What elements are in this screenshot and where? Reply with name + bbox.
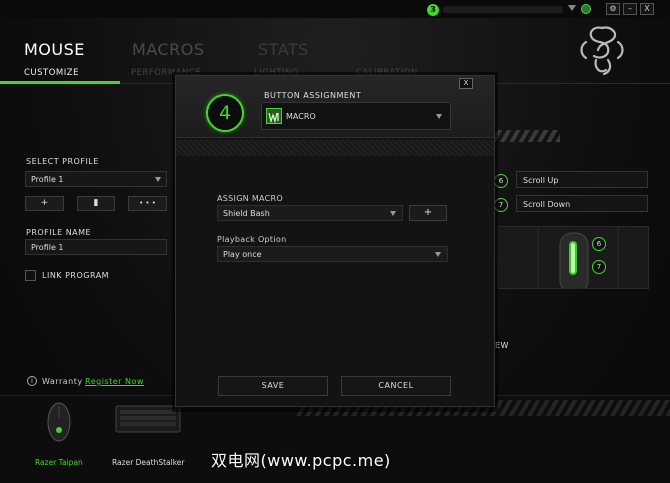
notification-badge[interactable]: 3 [427, 4, 439, 16]
profile-name-field[interactable]: Profile 1 [25, 239, 167, 255]
preview-key-6[interactable]: 6 [592, 237, 606, 251]
chevron-down-icon [435, 252, 441, 257]
playback-option-label: Playback Option [217, 235, 287, 244]
chevron-down-icon [155, 177, 161, 182]
synapse-window: 3 ⚙ – X MOUSE MACROS STATS CUSTOMIZE PER… [0, 0, 670, 483]
chevron-down-icon [390, 211, 396, 216]
mouse-preview: 6 7 [497, 226, 649, 289]
tab-mouse[interactable]: MOUSE [24, 40, 85, 59]
register-now-link[interactable]: Register Now [85, 377, 144, 386]
macro-select-value: Shield Bash [223, 209, 270, 218]
profile-name-label: PROFILE NAME [26, 228, 92, 237]
cancel-button[interactable]: CANCEL [341, 376, 451, 396]
chevron-down-icon [436, 114, 442, 119]
tab-macros[interactable]: MACROS [132, 40, 205, 59]
close-window-button[interactable]: X [640, 3, 654, 15]
assign-macro-label: ASSIGN MACRO [217, 194, 283, 203]
add-profile-button[interactable]: + [25, 196, 64, 211]
select-profile-label: SELECT PROFILE [26, 157, 99, 166]
delete-profile-button[interactable]: ▮ [77, 196, 115, 211]
close-dialog-button[interactable]: X [459, 78, 473, 89]
profile-select[interactable]: Profile 1 [25, 171, 167, 187]
mouse-image [537, 227, 619, 288]
key-6-assignment[interactable]: Scroll Up [516, 171, 648, 188]
profile-name-value: Profile 1 [31, 243, 64, 252]
device-name-taipan: Razer Taipan [35, 458, 83, 467]
watermark-text: 双电网(www.pcpc.me) [211, 451, 391, 470]
assignment-type-value: MACRO [286, 112, 316, 121]
macro-select[interactable]: Shield Bash [217, 205, 403, 221]
mouse-device-icon [47, 402, 71, 442]
online-status-icon[interactable] [581, 4, 591, 14]
device-taipan[interactable]: Razer Taipan [30, 398, 90, 468]
device-name-deathstalker: Razer DeathStalker [112, 458, 185, 467]
playback-select-value: Play once [223, 250, 262, 259]
assignment-type-select[interactable]: MACRO [261, 102, 451, 130]
dialog-divider [176, 140, 494, 156]
macro-icon [266, 108, 282, 124]
account-dropdown-icon[interactable] [568, 5, 576, 11]
preview-key-7[interactable]: 7 [592, 260, 606, 274]
button-number-badge: 4 [206, 94, 244, 132]
minimize-button[interactable]: – [623, 3, 637, 15]
more-options-button[interactable]: • • • [128, 196, 167, 211]
button-assignment-dialog: X 4 BUTTON ASSIGNMENT MACRO ASSIGN MACRO… [175, 75, 495, 407]
profile-select-value: Profile 1 [31, 175, 64, 184]
settings-button[interactable]: ⚙ [606, 3, 620, 15]
window-controls: ⚙ – X [606, 3, 654, 15]
save-button[interactable]: SAVE [218, 376, 328, 396]
playback-select[interactable]: Play once [217, 246, 448, 262]
warranty-label: Warranty [42, 377, 83, 386]
link-program-checkbox[interactable] [25, 270, 36, 281]
add-macro-button[interactable]: + [409, 205, 447, 221]
link-program-label: LINK PROGRAM [42, 271, 110, 280]
button-assignment-label: BUTTON ASSIGNMENT [264, 91, 362, 100]
info-icon: i [27, 376, 37, 386]
active-tab-indicator [0, 81, 120, 84]
key-7-assignment[interactable]: Scroll Down [516, 195, 648, 212]
title-bar: 3 ⚙ – X [0, 0, 670, 18]
tab-stats[interactable]: STATS [258, 40, 309, 59]
subtab-customize[interactable]: CUSTOMIZE [24, 68, 79, 78]
dialog-header: X 4 BUTTON ASSIGNMENT MACRO [176, 76, 494, 138]
user-account-field[interactable] [443, 6, 563, 13]
